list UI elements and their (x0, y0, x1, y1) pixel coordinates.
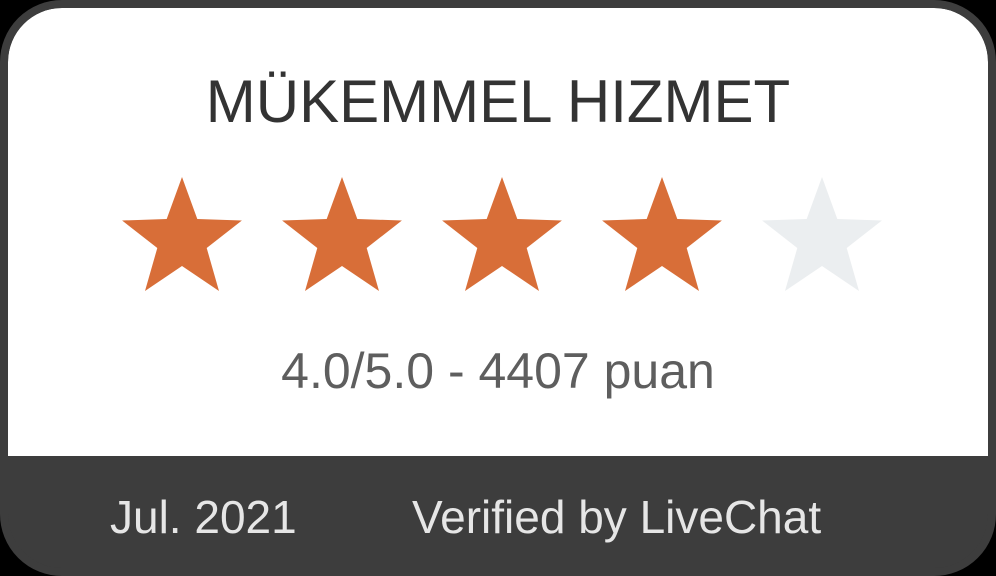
star-icon-filled (442, 177, 562, 291)
star-rating (112, 176, 892, 300)
star-icon-filled (602, 177, 722, 291)
rating-badge: MÜKEMMEL HIZMET 4.0/5.0 - 4407 puan Jul.… (0, 0, 996, 576)
verified-by-label: Verified by LiveChat (412, 491, 822, 543)
badge-title: MÜKEMMEL HIZMET (205, 68, 791, 135)
badge-footer: Jul. 2021 Verified by LiveChat (8, 456, 988, 568)
star-icon-filled (122, 177, 242, 291)
star-rating-graphic (122, 177, 882, 291)
star-icon-empty (762, 177, 882, 291)
star-icon-filled (282, 177, 402, 291)
rating-score-text: 4.0/5.0 - 4407 puan (281, 343, 715, 399)
badge-body: MÜKEMMEL HIZMET 4.0/5.0 - 4407 puan (8, 8, 988, 456)
badge-date: Jul. 2021 (110, 491, 297, 543)
